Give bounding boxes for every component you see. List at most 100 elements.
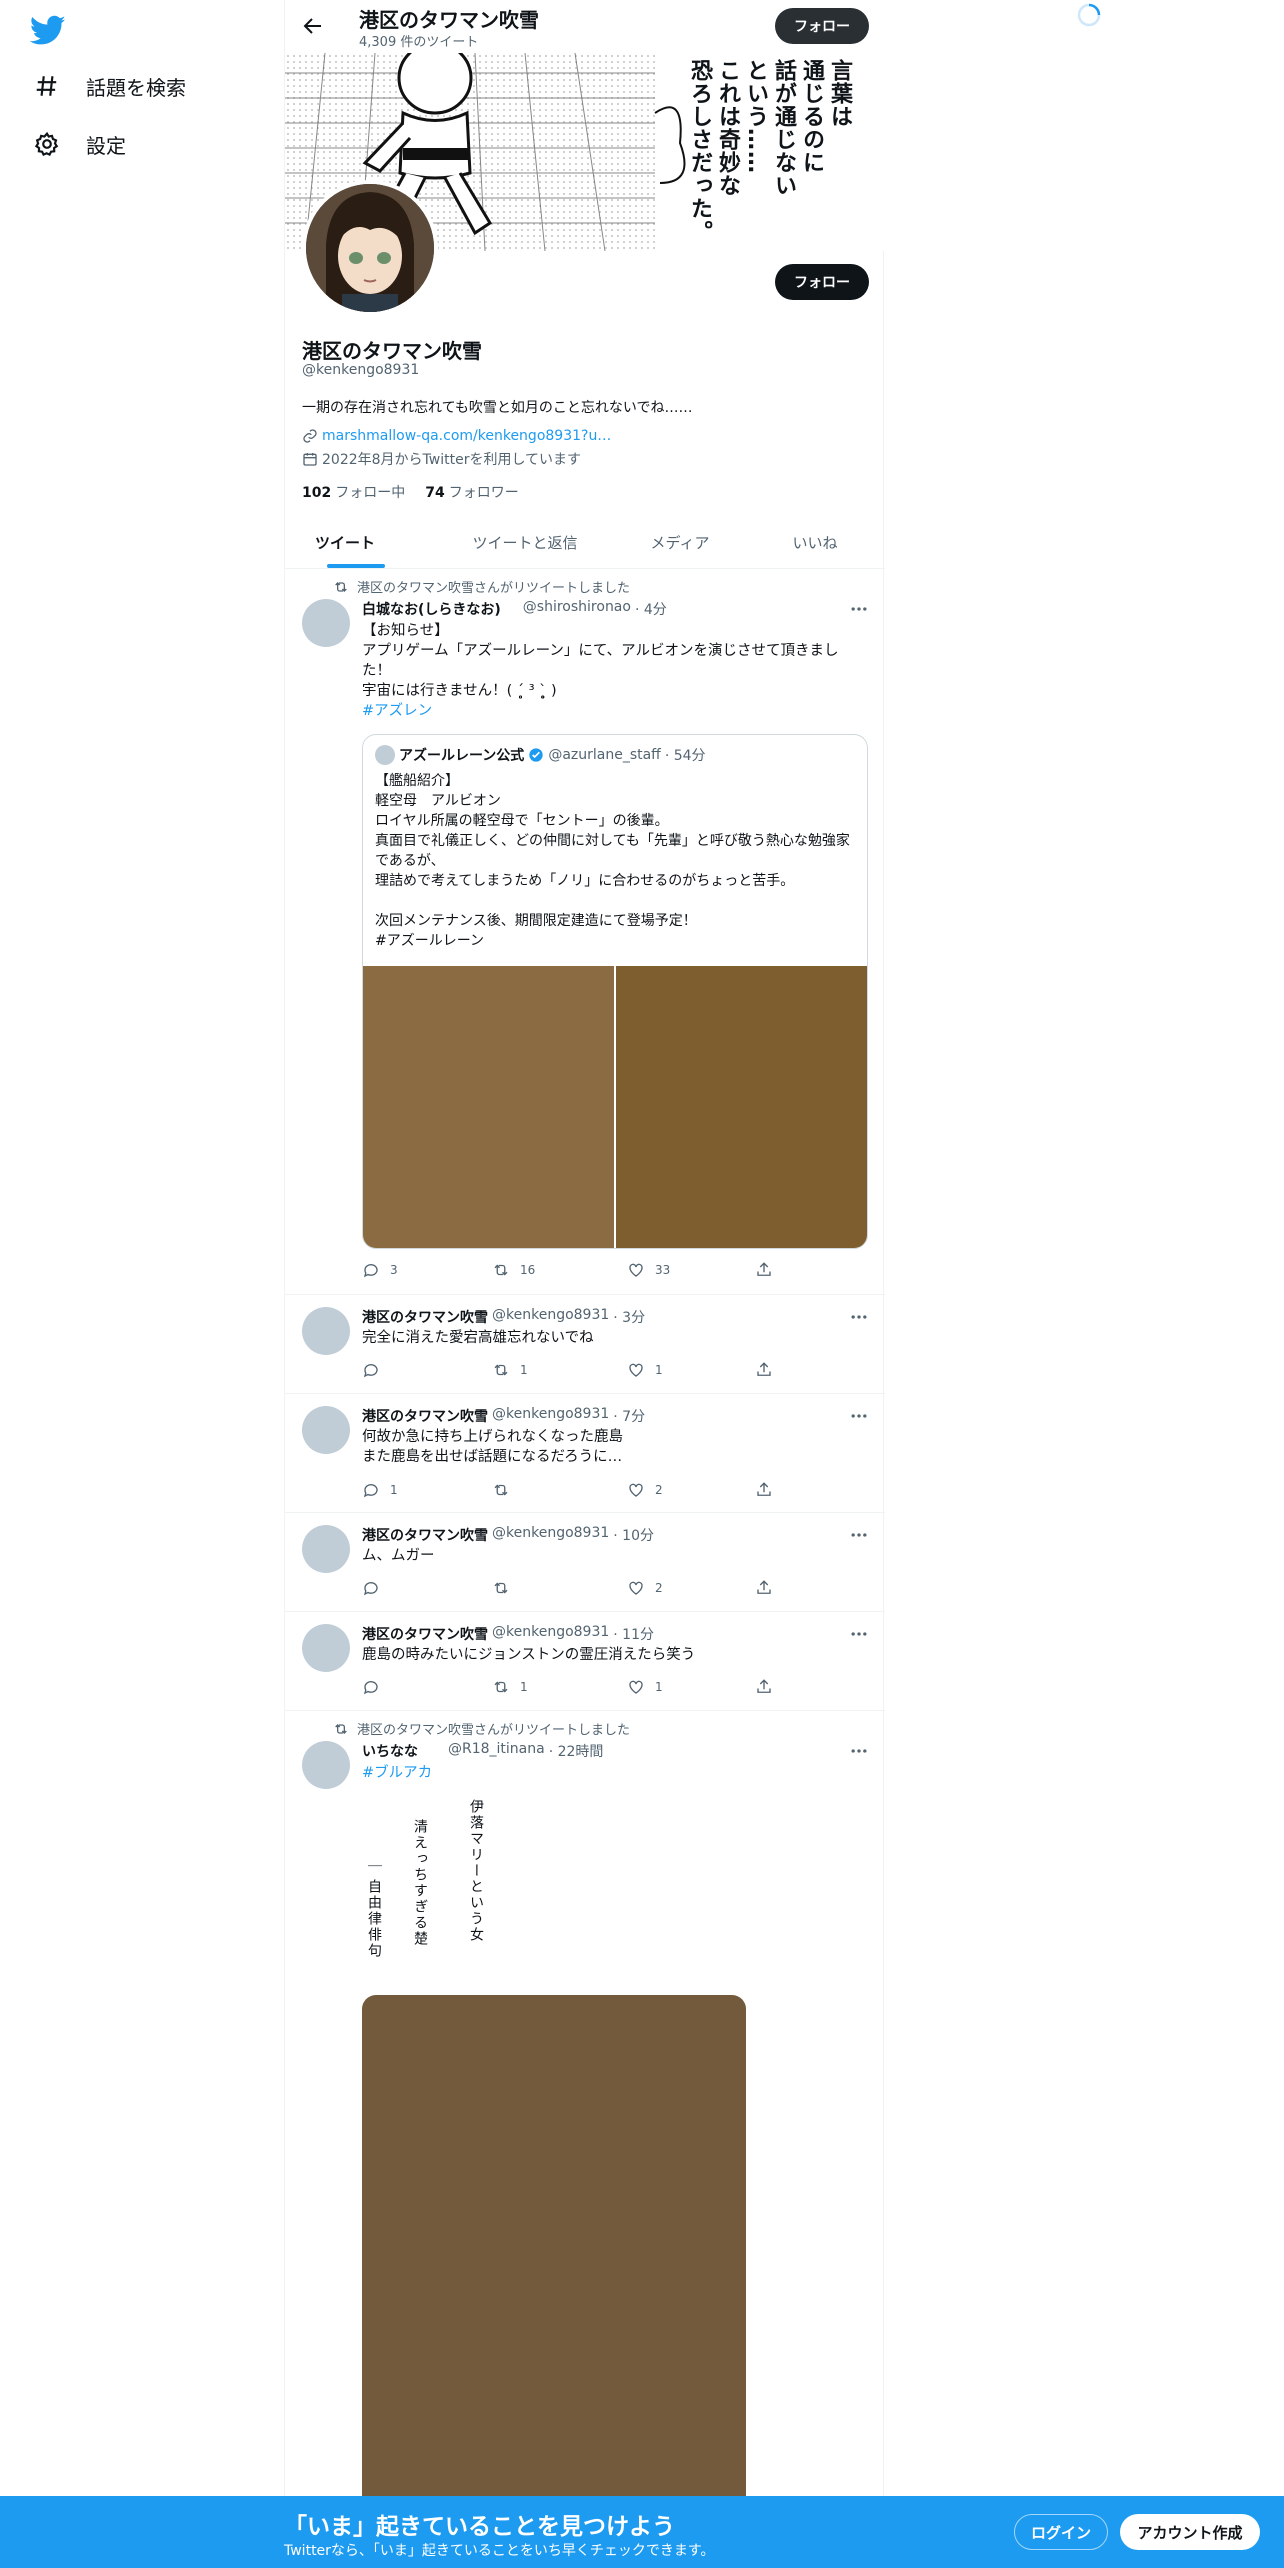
share-button[interactable] [755, 1261, 773, 1279]
tweet-author-name[interactable]: 白城なお(しらきなお) [362, 599, 501, 619]
share-icon [757, 1679, 771, 1693]
banner-line-2: 通じるのに [799, 59, 824, 174]
retweet-button[interactable] [492, 1481, 520, 1499]
retweet-context: 港区のタワマン吹雪さんがリツイートしました [333, 1719, 630, 1738]
quoted-tweet[interactable]: アズールレーン公式 @azurlane_staff · 54分 【艦船紹介】 軽… [362, 734, 868, 1249]
back-arrow-icon[interactable] [301, 14, 325, 38]
like-button[interactable]: 2 [627, 1481, 663, 1499]
tweet-time[interactable]: · 4分 [635, 599, 667, 619]
share-button[interactable] [755, 1481, 773, 1499]
like-button[interactable]: 33 [627, 1261, 670, 1279]
share-button[interactable] [755, 1579, 773, 1597]
tweet-avatar[interactable] [302, 1406, 350, 1454]
tab-media[interactable]: メディア [630, 516, 730, 569]
profile-avatar[interactable] [302, 180, 438, 316]
tweet-author-handle[interactable]: @shiroshironao [523, 599, 631, 619]
tweet[interactable]: 港区のタワマン吹雪 @kenkengo8931 · 10分 ム、ムガー 2 [285, 1513, 885, 1612]
following-link[interactable]: 102 フォロー中 [302, 482, 405, 502]
more-options-icon[interactable] [849, 1525, 869, 1545]
tweet-avatar[interactable] [302, 1307, 350, 1355]
retweet-icon [335, 1723, 347, 1734]
tweet-time[interactable]: · 7分 [613, 1406, 645, 1426]
followers-link[interactable]: 74 フォロワー [425, 482, 518, 502]
tweet[interactable]: 港区のタワマン吹雪 @kenkengo8931 · 7分 何故か急に持ち上げられ… [285, 1394, 885, 1513]
tweet-author-name[interactable]: 港区のタワマン吹雪 [362, 1307, 488, 1327]
quoted-media-1[interactable] [363, 966, 614, 1248]
tweet-author-handle[interactable]: @kenkengo8931 [492, 1525, 609, 1545]
reply-button[interactable]: 1 [362, 1481, 398, 1499]
tweet[interactable]: 港区のタワマン吹雪さんがリツイートしました いちなな @R18_itinana … [285, 1711, 885, 2568]
banner-line-5: これは奇妙な [715, 59, 740, 197]
retweet-button[interactable] [492, 1579, 520, 1597]
tab-likes[interactable]: いいね [765, 516, 865, 569]
tweet-time[interactable]: · 3分 [613, 1307, 645, 1327]
tweet-header: 港区のタワマン吹雪 @kenkengo8931 · 10分 [362, 1525, 654, 1545]
more-options-icon[interactable] [849, 1624, 869, 1644]
nav-explore[interactable]: 話題を検索 [34, 66, 186, 106]
heart-icon [629, 1483, 643, 1497]
poem-line-3: ｜ [366, 1859, 382, 1875]
tab-tweets-and-replies[interactable]: ツイートと返信 [455, 516, 595, 569]
tweet-header: 港区のタワマン吹雪 @kenkengo8931 · 11分 [362, 1624, 654, 1644]
tweet-author-handle[interactable]: @kenkengo8931 [492, 1624, 609, 1644]
quoted-author-name: アズールレーン公式 [399, 748, 525, 764]
tweet-avatar[interactable] [302, 599, 350, 647]
like-button[interactable]: 1 [627, 1361, 663, 1379]
tweet-text: 【お知らせ】 アプリゲーム「アズールレーン」にて、アルビオンを演じさせて頂きまし… [362, 623, 839, 699]
more-options-icon[interactable] [849, 1741, 869, 1761]
tweet-author-handle[interactable]: @kenkengo8931 [492, 1406, 609, 1426]
share-icon [757, 1580, 771, 1594]
like-button[interactable]: 1 [627, 1678, 663, 1696]
signup-button[interactable]: アカウント作成 [1120, 2514, 1260, 2550]
tweet-time[interactable]: · 11分 [613, 1624, 654, 1644]
gear-icon [34, 131, 59, 157]
more-options-icon[interactable] [849, 1406, 869, 1426]
more-options-icon[interactable] [849, 599, 869, 619]
tweet-hashtag[interactable]: #ブルアカ [362, 1763, 867, 1783]
header-follow-button[interactable]: フォロー [775, 8, 869, 44]
reply-button[interactable]: 3 [362, 1261, 398, 1279]
tweet[interactable]: 港区のタワマン吹雪 @kenkengo8931 · 3分 完全に消えた愛宕高雄忘… [285, 1295, 885, 1394]
tweet-author-name[interactable]: 港区のタワマン吹雪 [362, 1624, 488, 1644]
retweet-button[interactable]: 1 [492, 1678, 528, 1696]
heart-icon [629, 1363, 643, 1377]
tweet-author-name[interactable]: いちなな [362, 1741, 418, 1761]
reply-button[interactable] [362, 1579, 390, 1597]
retweet-icon [335, 581, 347, 592]
tweet-hashtag[interactable]: #アズレン [362, 701, 867, 721]
retweet-button[interactable]: 16 [492, 1261, 535, 1279]
profile-follow-button[interactable]: フォロー [775, 264, 869, 300]
profile-website-link[interactable]: marshmallow-qa.com/kenkengo8931?u… [302, 428, 611, 444]
header-tweet-count: 4,309 件のツイート [359, 35, 479, 50]
tweet-author-name[interactable]: 港区のタワマン吹雪 [362, 1406, 488, 1426]
tweet-text: ム、ムガー [362, 1548, 435, 1564]
tweet-avatar[interactable] [302, 1525, 350, 1573]
tweet-author-handle[interactable]: @kenkengo8931 [492, 1307, 609, 1327]
poem-line-1: 伊落マリーという女 [468, 1799, 484, 1943]
tweet-media-image[interactable] [362, 1995, 746, 2568]
reply-button[interactable] [362, 1361, 390, 1379]
share-button[interactable] [755, 1678, 773, 1696]
reply-button[interactable] [362, 1678, 390, 1696]
share-icon [757, 1262, 771, 1276]
retweet-button[interactable]: 1 [492, 1361, 528, 1379]
nav-settings[interactable]: 設定 [34, 124, 126, 164]
share-button[interactable] [755, 1361, 773, 1379]
twitter-logo-icon[interactable] [30, 12, 66, 48]
quoted-media-2[interactable] [616, 966, 867, 1248]
tweet[interactable]: 港区のタワマン吹雪さんがリツイートしました 白城なお(しらきなお) @shiro… [285, 569, 885, 1295]
tweet-avatar[interactable] [302, 1741, 350, 1789]
more-options-icon[interactable] [849, 1307, 869, 1327]
profile-name: 港区のタワマン吹雪 [302, 339, 482, 363]
tweet-time[interactable]: · 22時間 [549, 1741, 604, 1761]
tab-tweets[interactable]: ツイート [285, 516, 405, 569]
tweet-avatar[interactable] [302, 1624, 350, 1672]
tweet-time[interactable]: · 10分 [613, 1525, 654, 1545]
tweet[interactable]: 港区のタワマン吹雪 @kenkengo8931 · 11分 鹿島の時みたいにジョ… [285, 1612, 885, 1711]
tweet-author-name[interactable]: 港区のタワマン吹雪 [362, 1525, 488, 1545]
tweet-author-handle[interactable]: @R18_itinana [448, 1741, 545, 1761]
like-button[interactable]: 2 [627, 1579, 663, 1597]
retweet-context: 港区のタワマン吹雪さんがリツイートしました [333, 577, 630, 596]
login-button[interactable]: ログイン [1014, 2514, 1108, 2550]
quoted-tweet-header: アズールレーン公式 @azurlane_staff · 54分 [375, 745, 706, 765]
